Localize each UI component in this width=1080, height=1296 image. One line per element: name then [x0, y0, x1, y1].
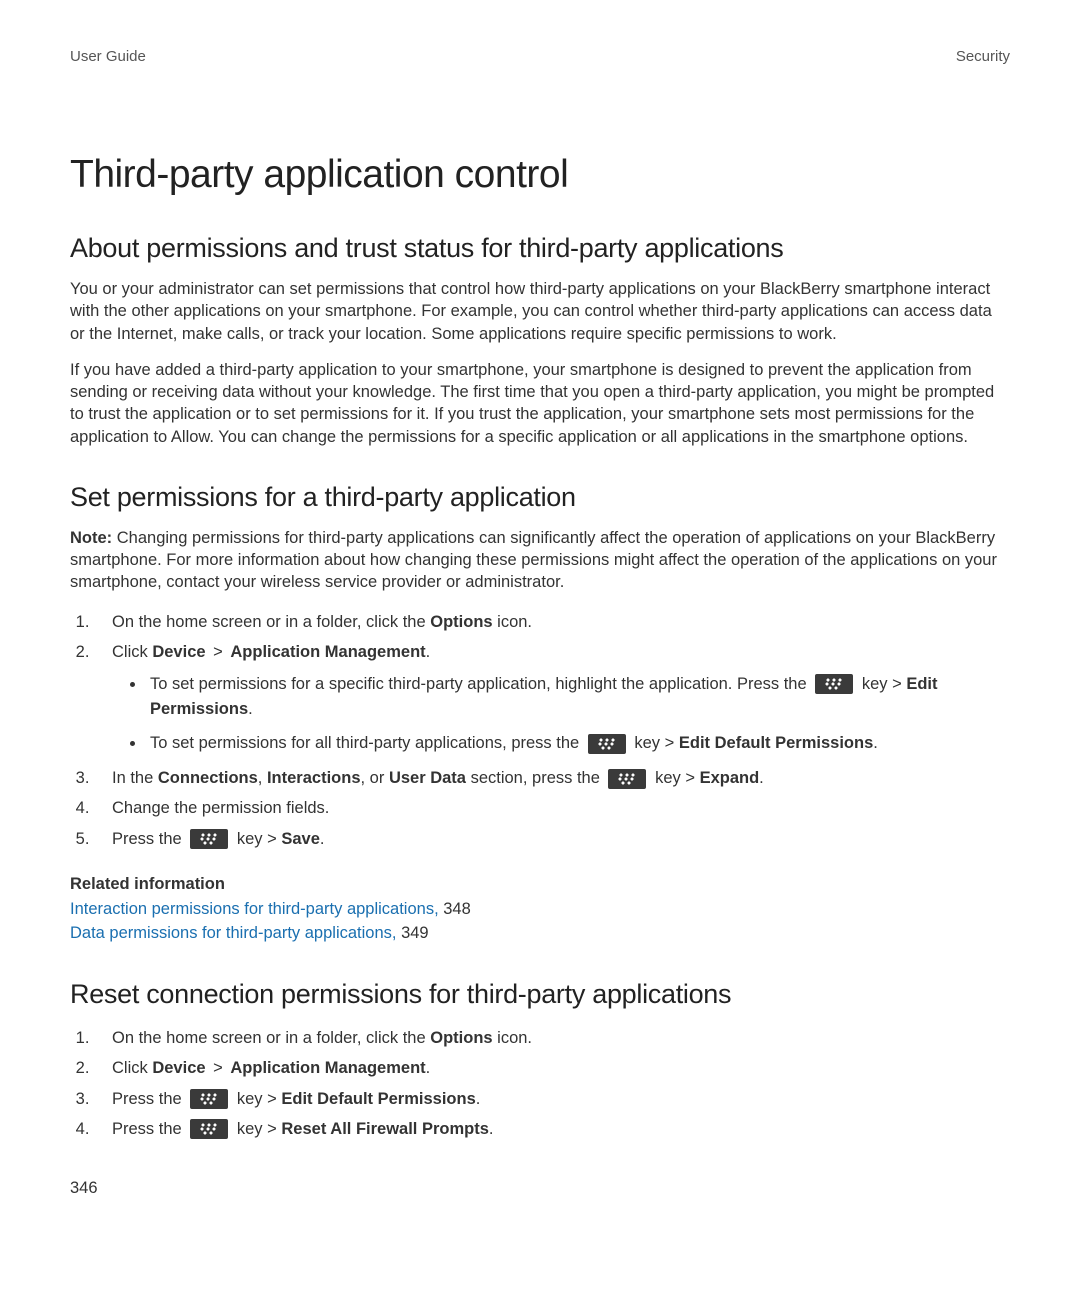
device-label: Device: [152, 643, 205, 661]
text: Click: [112, 643, 152, 661]
note-label: Note:: [70, 529, 112, 547]
text: Press the: [112, 1120, 186, 1138]
blackberry-key-icon: [608, 769, 646, 789]
section-set-note: Note: Changing permissions for third-par…: [70, 527, 1010, 594]
text: .: [248, 700, 253, 718]
text: key >: [232, 1090, 281, 1108]
text: icon.: [493, 1029, 532, 1047]
list-item: On the home screen or in a folder, click…: [94, 608, 1010, 636]
note-text: Changing permissions for third-party app…: [70, 529, 997, 592]
text: key >: [232, 1120, 281, 1138]
options-label: Options: [430, 1029, 492, 1047]
options-label: Options: [430, 613, 492, 631]
list-item: To set permissions for all third-party a…: [146, 731, 1010, 757]
list-item: Press the key > Edit Default Permissions…: [94, 1085, 1010, 1113]
related-link-1[interactable]: Interaction permissions for third-party …: [70, 900, 443, 918]
header-right: Security: [956, 48, 1010, 65]
related-line: Data permissions for third-party applica…: [70, 922, 1010, 946]
related-page-2: 349: [401, 924, 429, 942]
page-header: User Guide Security: [70, 48, 1010, 65]
text: .: [873, 734, 878, 752]
set-permissions-steps: On the home screen or in a folder, click…: [70, 608, 1010, 853]
device-label: Device: [152, 1059, 205, 1077]
text: section, press the: [466, 769, 605, 787]
reset-firewall-label: Reset All Firewall Prompts: [281, 1120, 489, 1138]
text: Click: [112, 1059, 152, 1077]
text: , or: [361, 769, 389, 787]
text: Press the: [112, 1090, 186, 1108]
list-item: Change the permission fields.: [94, 794, 1010, 822]
blackberry-key-icon: [815, 674, 853, 694]
sub-bullets: To set permissions for a specific third-…: [112, 672, 1010, 757]
edit-default-permissions-label: Edit Default Permissions: [679, 734, 873, 752]
user-data-label: User Data: [389, 769, 466, 787]
section-about-title: About permissions and trust status for t…: [70, 233, 1010, 264]
list-item: Press the key > Reset All Firewall Promp…: [94, 1115, 1010, 1143]
text: .: [320, 830, 325, 848]
list-item: In the Connections, Interactions, or Use…: [94, 764, 1010, 792]
list-item: Click Device > Application Management.: [94, 1054, 1010, 1082]
document-page: User Guide Security Third-party applicat…: [0, 0, 1080, 1238]
page-number: 346: [70, 1179, 1010, 1198]
list-item: To set permissions for a specific third-…: [146, 672, 1010, 723]
blackberry-key-icon: [190, 1119, 228, 1139]
list-item: Press the key > Save.: [94, 825, 1010, 853]
expand-label: Expand: [700, 769, 760, 787]
related-line: Interaction permissions for third-party …: [70, 898, 1010, 922]
separator: >: [209, 1059, 228, 1077]
section-about-p2: If you have added a third-party applicat…: [70, 359, 1010, 448]
app-management-label: Application Management: [230, 1059, 425, 1077]
text: .: [489, 1120, 494, 1138]
text: icon.: [493, 613, 532, 631]
blackberry-key-icon: [190, 1089, 228, 1109]
connections-label: Connections: [158, 769, 258, 787]
text: To set permissions for a specific third-…: [150, 675, 811, 693]
save-label: Save: [281, 830, 320, 848]
text: Press the: [112, 830, 186, 848]
separator: >: [209, 643, 228, 661]
related-link-2[interactable]: Data permissions for third-party applica…: [70, 924, 401, 942]
text: .: [476, 1090, 481, 1108]
related-page-1: 348: [443, 900, 471, 918]
text: key >: [630, 734, 679, 752]
section-reset-title: Reset connection permissions for third-p…: [70, 979, 1010, 1010]
text: To set permissions for all third-party a…: [150, 734, 584, 752]
section-about-p1: You or your administrator can set permis…: [70, 278, 1010, 345]
app-management-label: Application Management: [230, 643, 425, 661]
text: On the home screen or in a folder, click…: [112, 1029, 430, 1047]
interactions-label: Interactions: [267, 769, 361, 787]
blackberry-key-icon: [588, 734, 626, 754]
text: key >: [650, 769, 699, 787]
edit-default-permissions-label: Edit Default Permissions: [281, 1090, 475, 1108]
blackberry-key-icon: [190, 829, 228, 849]
section-set-title: Set permissions for a third-party applic…: [70, 482, 1010, 513]
text: .: [426, 1059, 431, 1077]
text: key >: [857, 675, 906, 693]
text: .: [759, 769, 764, 787]
reset-permissions-steps: On the home screen or in a folder, click…: [70, 1024, 1010, 1142]
list-item: Click Device > Application Management. T…: [94, 638, 1010, 757]
text: .: [426, 643, 431, 661]
related-info-heading: Related information: [70, 875, 1010, 894]
text: On the home screen or in a folder, click…: [112, 613, 430, 631]
header-left: User Guide: [70, 48, 146, 65]
text: In the: [112, 769, 158, 787]
text: ,: [258, 769, 267, 787]
page-title: Third-party application control: [70, 153, 1010, 197]
list-item: On the home screen or in a folder, click…: [94, 1024, 1010, 1052]
text: key >: [232, 830, 281, 848]
